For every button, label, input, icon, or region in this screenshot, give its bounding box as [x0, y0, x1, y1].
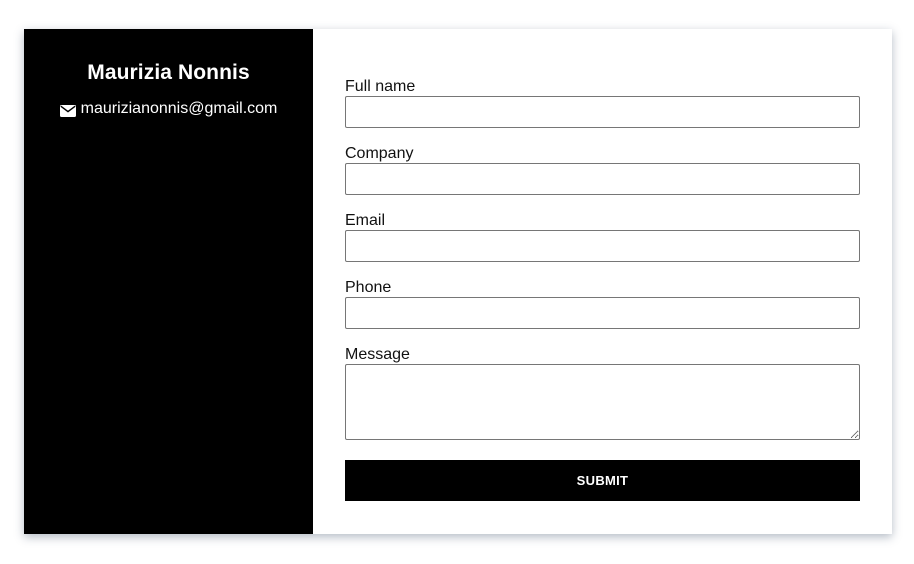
full-name-label: Full name	[345, 78, 416, 95]
email-label: Email	[345, 212, 386, 229]
contact-card: Maurizia Nonnis maurizianonnis@gmail.com…	[24, 29, 892, 534]
message-field: Message	[345, 345, 860, 440]
phone-input[interactable]	[345, 297, 860, 329]
full-name-input[interactable]	[345, 96, 860, 128]
email-field: Email	[345, 211, 860, 262]
contact-form: Full name Company Email Phone Message SU…	[313, 29, 892, 534]
submit-button[interactable]: SUBMIT	[345, 460, 860, 501]
phone-label: Phone	[345, 279, 392, 296]
company-field: Company	[345, 144, 860, 195]
envelope-icon	[59, 103, 76, 117]
full-name-field: Full name	[345, 77, 860, 128]
company-input[interactable]	[345, 163, 860, 195]
company-label: Company	[345, 145, 414, 162]
message-label: Message	[345, 346, 410, 363]
message-textarea[interactable]	[345, 364, 860, 440]
contact-email-text: maurizianonnis@gmail.com	[80, 100, 278, 117]
phone-field: Phone	[345, 278, 860, 329]
contact-email[interactable]: maurizianonnis@gmail.com	[59, 99, 278, 119]
contact-name: Maurizia Nonnis	[87, 61, 250, 84]
email-input[interactable]	[345, 230, 860, 262]
contact-sidebar: Maurizia Nonnis maurizianonnis@gmail.com	[24, 29, 313, 534]
